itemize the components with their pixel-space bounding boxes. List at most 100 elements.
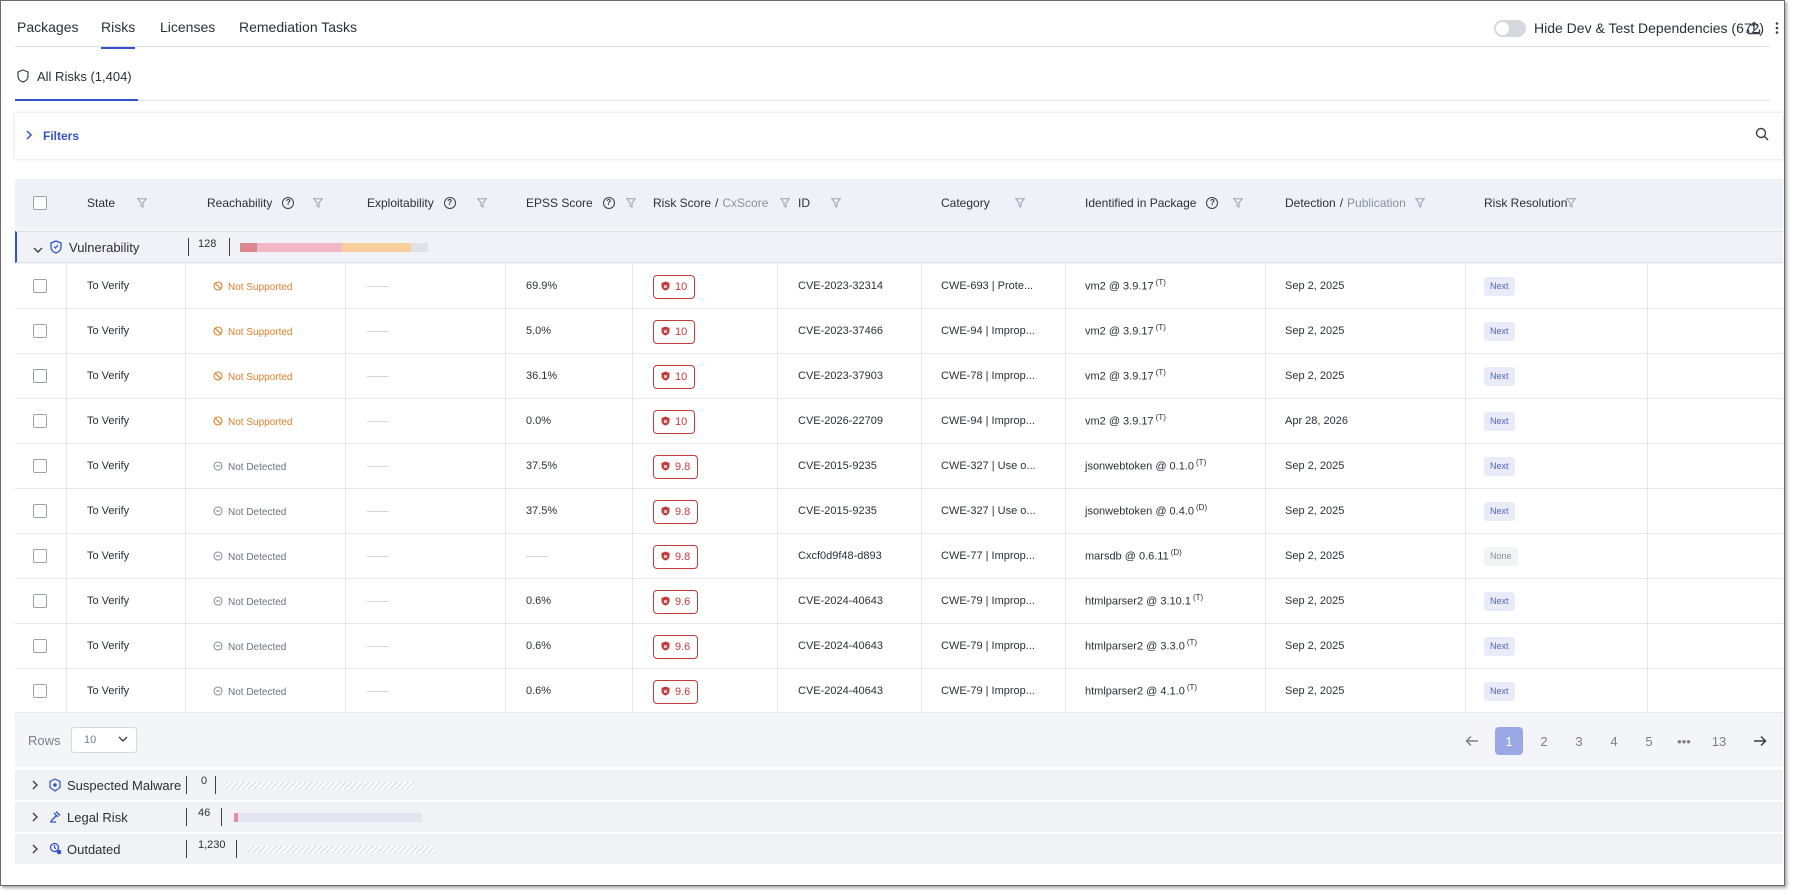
tab-licenses[interactable]: Licenses [160,19,215,47]
row-checkbox[interactable] [33,414,47,428]
col-reachability[interactable]: Reachability? [207,196,295,210]
risk-id-cell[interactable]: CVE-2023-37903 [798,370,883,382]
row-checkbox[interactable] [33,504,47,518]
table-row[interactable]: To Verify Not Supported 5.0% 10 CVE-2023… [15,309,1783,354]
col-risk-resolution[interactable]: Risk Resolution [1484,196,1567,210]
package-cell[interactable]: vm2 @ 3.9.17 (T) [1085,323,1166,338]
col-identified-in-package[interactable]: Identified in Package? [1085,196,1219,210]
chevron-right-icon[interactable] [31,843,39,857]
filter-icon[interactable] [312,197,324,211]
filter-icon[interactable] [1014,197,1026,211]
table-row[interactable]: To Verify Not Detected 0.6% 9.6 CVE-2024… [15,624,1783,669]
col-exploitability[interactable]: Exploitability? [367,196,456,210]
filter-icon[interactable] [625,197,637,211]
col-detection[interactable]: Detection / Publication [1285,196,1406,210]
col-category[interactable]: Category [941,196,990,210]
export-icon[interactable] [1744,18,1764,38]
chevron-right-icon[interactable] [31,811,39,825]
risk-id-cell[interactable]: CVE-2024-40643 [798,640,883,652]
group-legal-risk[interactable]: Legal Risk 46 [15,802,1783,832]
filter-icon[interactable] [1232,197,1244,211]
package-cell[interactable]: marsdb @ 0.6.11 (D) [1085,548,1182,563]
col-state[interactable]: State [87,196,115,210]
state-cell[interactable]: To Verify [87,370,129,382]
group-outdated[interactable]: Outdated 1,230 [15,834,1783,864]
vulnerability-group-header[interactable]: Vulnerability 128 [15,231,1783,263]
filters-toggle[interactable]: Filters [25,129,79,143]
state-cell[interactable]: To Verify [87,460,129,472]
risk-score-badge[interactable]: 10 [653,275,696,299]
more-options-icon[interactable] [1767,18,1784,38]
risk-id-cell[interactable]: CVE-2024-40643 [798,685,883,697]
chevron-right-icon[interactable] [31,779,39,793]
page-button-5[interactable]: 5 [1635,727,1663,755]
table-row[interactable]: To Verify Not Supported 69.9% 10 CVE-202… [15,264,1783,309]
tab-all-risks[interactable]: All Risks (1,404) [15,69,138,101]
risk-score-badge[interactable]: 10 [653,320,696,344]
row-checkbox[interactable] [33,549,47,563]
hide-dev-toggle[interactable] [1494,20,1526,37]
filter-icon[interactable] [1565,197,1577,211]
risk-score-badge[interactable]: 9.6 [653,590,699,614]
package-cell[interactable]: htmlparser2 @ 3.3.0 (T) [1085,638,1197,653]
table-row[interactable]: To Verify Not Supported 36.1% 10 CVE-202… [15,354,1783,399]
page-button-4[interactable]: 4 [1600,727,1628,755]
package-cell[interactable]: vm2 @ 3.9.17 (T) [1085,368,1166,383]
state-cell[interactable]: To Verify [87,550,129,562]
table-row[interactable]: To Verify Not Detected 9.8 Cxcf0d9f48-d8… [15,534,1783,579]
chevron-down-icon[interactable] [33,243,43,257]
risk-resolution-badge[interactable]: Next [1484,502,1515,521]
state-cell[interactable]: To Verify [87,685,129,697]
risk-resolution-badge[interactable]: Next [1484,367,1515,386]
risk-id-cell[interactable]: Cxcf0d9f48-d893 [798,550,882,562]
col-id[interactable]: ID [798,196,810,210]
risk-score-badge[interactable]: 9.6 [653,635,699,659]
help-icon[interactable]: ? [602,197,615,209]
state-cell[interactable]: To Verify [87,415,129,427]
package-cell[interactable]: vm2 @ 3.9.17 (T) [1085,278,1166,293]
row-checkbox[interactable] [33,279,47,293]
search-icon[interactable] [1755,127,1769,144]
filter-icon[interactable] [1414,197,1426,211]
table-row[interactable]: To Verify Not Detected 37.5% 9.8 CVE-201… [15,489,1783,534]
page-button-1[interactable]: 1 [1495,727,1523,755]
risk-id-cell[interactable]: CVE-2015-9235 [798,505,877,517]
tab-remediation-tasks[interactable]: Remediation Tasks [239,19,357,47]
table-row[interactable]: To Verify Not Detected 37.5% 9.8 CVE-201… [15,444,1783,489]
risk-score-badge[interactable]: 10 [653,410,696,434]
page-ellipsis[interactable]: ••• [1670,727,1698,755]
table-row[interactable]: To Verify Not Detected 0.6% 9.6 CVE-2024… [15,579,1783,624]
help-icon[interactable]: ? [443,197,456,209]
filter-icon[interactable] [779,197,791,211]
col-risk-score[interactable]: Risk Score / CxScore [653,196,768,210]
risk-resolution-badge[interactable]: Next [1484,682,1515,701]
risk-score-badge[interactable]: 9.8 [653,500,699,524]
risk-id-cell[interactable]: CVE-2023-37466 [798,325,883,337]
risk-resolution-badge[interactable]: Next [1484,637,1515,656]
tab-risks[interactable]: Risks [101,19,136,49]
risk-resolution-badge[interactable]: None [1484,547,1518,566]
row-checkbox[interactable] [33,684,47,698]
row-checkbox[interactable] [33,324,47,338]
col-epss-score[interactable]: EPSS Score? [526,196,615,210]
risk-score-badge[interactable]: 9.8 [653,545,699,569]
row-checkbox[interactable] [33,639,47,653]
select-all-checkbox[interactable] [33,196,47,210]
table-row[interactable]: To Verify Not Detected 0.6% 9.6 CVE-2024… [15,669,1783,714]
package-cell[interactable]: vm2 @ 3.9.17 (T) [1085,413,1166,428]
filter-icon[interactable] [476,197,488,211]
state-cell[interactable]: To Verify [87,640,129,652]
row-checkbox[interactable] [33,459,47,473]
next-page-arrow-icon[interactable] [1746,727,1774,755]
table-row[interactable]: To Verify Not Supported 0.0% 10 CVE-2026… [15,399,1783,444]
package-cell[interactable]: htmlparser2 @ 3.10.1 (T) [1085,593,1203,608]
risk-score-badge[interactable]: 9.8 [653,455,699,479]
package-cell[interactable]: jsonwebtoken @ 0.4.0 (D) [1085,503,1207,518]
row-checkbox[interactable] [33,594,47,608]
risk-resolution-badge[interactable]: Next [1484,457,1515,476]
risk-score-badge[interactable]: 9.6 [653,680,699,704]
tab-packages[interactable]: Packages [17,19,78,47]
risk-score-badge[interactable]: 10 [653,365,696,389]
risk-id-cell[interactable]: CVE-2026-22709 [798,415,883,427]
package-cell[interactable]: htmlparser2 @ 4.1.0 (T) [1085,683,1197,698]
